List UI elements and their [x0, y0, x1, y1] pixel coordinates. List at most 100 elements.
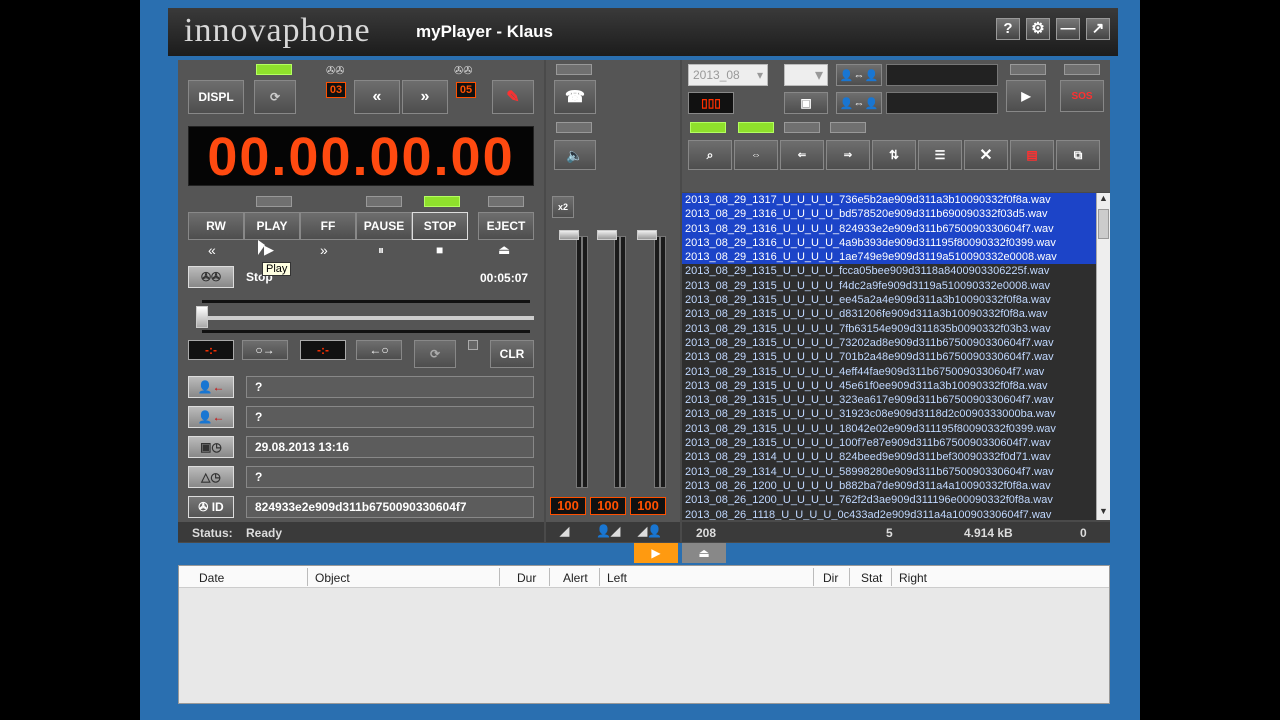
ff-button[interactable]: FF	[300, 212, 356, 240]
list-icon[interactable]: ☰	[918, 140, 962, 170]
stop-icon: ■	[436, 243, 444, 257]
file-row[interactable]: 2013_08_29_1315_U_U_U_U_100f7e87e909d311…	[682, 436, 1096, 450]
fader-knob[interactable]	[637, 230, 657, 240]
file-row[interactable]: 2013_08_29_1317_U_U_U_U_736e5b2ae909d311…	[682, 193, 1096, 208]
loop-checkbox[interactable]	[468, 340, 478, 350]
transfer-icon[interactable]: 👤⇔👤	[836, 92, 882, 114]
out-icon[interactable]: ⇒	[826, 140, 870, 170]
play-circle-icon[interactable]: ▶	[1006, 80, 1046, 112]
eject-tab-icon[interactable]: ⏏	[682, 543, 726, 563]
led	[488, 196, 524, 207]
col-dur[interactable]: Dur	[517, 571, 536, 585]
loop-icon[interactable]: ⟳	[414, 340, 456, 368]
position-slider-handle[interactable]	[196, 306, 208, 328]
column-divider	[307, 568, 308, 586]
position-track-top	[202, 300, 530, 303]
file-row[interactable]: 2013_08_26_1200_U_U_U_U_762f2d3ae909d311…	[682, 493, 1096, 507]
search-icon[interactable]: ⌕	[688, 140, 732, 170]
mixer-status: ◢ 👤◢ ◢👤	[546, 522, 680, 542]
file-row[interactable]: 2013_08_29_1316_U_U_U_U_824933e2e909d311…	[682, 221, 1096, 236]
file-row[interactable]: 2013_08_29_1314_U_U_U_U_824beed9e909d311…	[682, 450, 1096, 464]
in-icon[interactable]: ⇐	[780, 140, 824, 170]
col-object[interactable]: Object	[315, 571, 350, 585]
caller-field: ?	[246, 376, 534, 398]
x2-button[interactable]: x2	[552, 196, 574, 218]
date-select[interactable]: 2013_08 ▾	[688, 64, 768, 86]
forward-button[interactable]: »	[402, 80, 448, 114]
speaker-icon[interactable]: 🔈	[554, 140, 596, 170]
file-row[interactable]: 2013_08_29_1315_U_U_U_U_fcca05bee909d311…	[682, 264, 1096, 278]
scroll-thumb[interactable]	[1098, 209, 1109, 239]
time-display: 00.00.00.00	[188, 126, 534, 187]
mark-out-icon[interactable]: -:-	[300, 340, 346, 360]
file-row[interactable]: 2013_08_29_1316_U_U_U_U_1ae749e9e909d311…	[682, 250, 1096, 265]
transfer-icon[interactable]: 👤⇔👤	[836, 64, 882, 86]
file-row[interactable]: 2013_08_29_1315_U_U_U_U_d831206fe909d311…	[682, 307, 1096, 321]
file-row[interactable]: 2013_08_29_1315_U_U_U_U_ee45a2a4e909d311…	[682, 293, 1096, 307]
fader-knob[interactable]	[597, 230, 617, 240]
scrollbar[interactable]: ▲ ▼	[1096, 193, 1110, 520]
play-tab-icon[interactable]: ▶	[634, 543, 678, 563]
rw-button[interactable]: RW	[188, 212, 244, 240]
sos-icon[interactable]: SOS	[1060, 80, 1104, 112]
rewind-button[interactable]: «	[354, 80, 400, 114]
mark-in-icon[interactable]: -:-	[188, 340, 234, 360]
status-value: Ready	[246, 526, 283, 540]
file-row[interactable]: 2013_08_29_1315_U_U_U_U_31923c08e909d311…	[682, 407, 1096, 421]
file-row[interactable]: 2013_08_29_1315_U_U_U_U_18042e02e909d311…	[682, 422, 1096, 436]
sort-icon[interactable]: ⇅	[872, 140, 916, 170]
gear-icon[interactable]: ⚙	[1026, 18, 1050, 40]
goto-in-icon[interactable]: ○→	[242, 340, 288, 360]
transfer-field[interactable]	[886, 92, 998, 114]
col-stat[interactable]: Stat	[861, 571, 882, 585]
scroll-up-icon[interactable]: ▲	[1097, 193, 1110, 207]
file-row[interactable]: 2013_08_26_1118_U_U_U_U_0c433ad2e909d311…	[682, 508, 1096, 520]
file-row[interactable]: 2013_08_29_1315_U_U_U_U_73202ad8e909d311…	[682, 336, 1096, 350]
file-row[interactable]: 2013_08_29_1315_U_U_U_U_323ea617e909d311…	[682, 393, 1096, 407]
col-left[interactable]: Left	[607, 571, 627, 585]
pin-icon[interactable]: ✎	[492, 80, 534, 114]
file-row[interactable]: 2013_08_29_1316_U_U_U_U_bd578520e909d311…	[682, 207, 1096, 222]
pause-button[interactable]: PAUSE	[356, 212, 412, 240]
copy-icon[interactable]: ⧉	[1056, 140, 1100, 170]
minimize-icon[interactable]: —	[1056, 18, 1080, 40]
popout-icon[interactable]: ↗	[1086, 18, 1110, 40]
io-icon[interactable]: ⇔	[734, 140, 778, 170]
col-dir[interactable]: Dir	[823, 571, 838, 585]
reel-icon: ✇✇	[454, 65, 473, 77]
file-row[interactable]: 2013_08_29_1315_U_U_U_U_f4dc2a9fe909d311…	[682, 279, 1096, 293]
file-row[interactable]: 2013_08_29_1315_U_U_U_U_701b2a48e909d311…	[682, 350, 1096, 364]
column-divider	[549, 568, 550, 586]
col-date[interactable]: Date	[199, 571, 224, 585]
person-icon: 👤◢	[596, 524, 621, 538]
copy-icon[interactable]: ▣	[784, 92, 828, 114]
goto-out-icon[interactable]: ←○	[356, 340, 402, 360]
file-count: 208	[696, 526, 717, 540]
filter-select[interactable]: ▾	[784, 64, 828, 86]
call-table: Date Object Dur Alert Left Dir Stat Righ…	[178, 565, 1110, 704]
file-row[interactable]: 2013_08_29_1315_U_U_U_U_45e61f0ee909d311…	[682, 379, 1096, 393]
stop-button[interactable]: STOP	[412, 212, 468, 240]
file-row[interactable]: 2013_08_29_1314_U_U_U_U_58998280e909d311…	[682, 465, 1096, 479]
clr-button[interactable]: CLR	[490, 340, 534, 368]
scroll-down-icon[interactable]: ▼	[1097, 506, 1110, 520]
fader-knob[interactable]	[559, 230, 579, 240]
play-button[interactable]: PLAY	[244, 212, 300, 240]
transfer-field[interactable]	[886, 64, 998, 86]
file-row[interactable]: 2013_08_29_1316_U_U_U_U_4a9b393de909d311…	[682, 235, 1096, 251]
column-divider	[599, 568, 600, 586]
position-slider-track[interactable]	[202, 316, 534, 320]
export-icon[interactable]: ▤	[1010, 140, 1054, 170]
loop-icon[interactable]: ⟳	[254, 80, 296, 114]
file-row[interactable]: 2013_08_29_1315_U_U_U_U_4eff44fae909d311…	[682, 365, 1096, 379]
mixer-icon[interactable]: ☎	[554, 80, 596, 114]
file-row[interactable]: 2013_08_29_1315_U_U_U_U_7fb63154e909d311…	[682, 322, 1096, 336]
eject-button[interactable]: EJECT	[478, 212, 534, 240]
file-list[interactable]: 2013_08_29_1317_U_U_U_U_736e5b2ae909d311…	[682, 193, 1096, 520]
delete-icon[interactable]: ✕	[964, 140, 1008, 170]
col-right[interactable]: Right	[899, 571, 927, 585]
help-icon[interactable]: ?	[996, 18, 1020, 40]
file-row[interactable]: 2013_08_26_1200_U_U_U_U_b882ba7de909d311…	[682, 479, 1096, 493]
displ-button[interactable]: DISPL	[188, 80, 244, 114]
col-alert[interactable]: Alert	[563, 571, 588, 585]
